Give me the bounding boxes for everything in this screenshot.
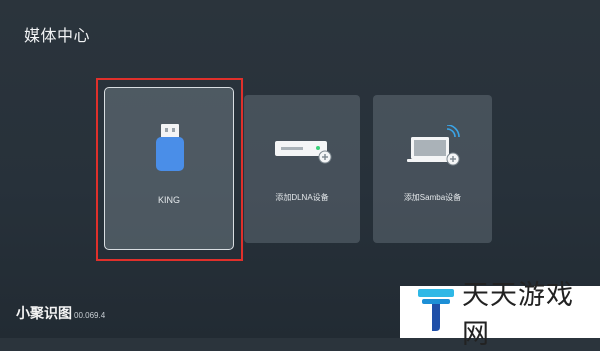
page-title: 媒体中心	[24, 28, 91, 45]
watermark-banner: 天天游戏网	[400, 280, 600, 350]
add-dlna-device-tile[interactable]: 添加DLNA设备	[244, 95, 360, 243]
footer-brand-text: 小聚识图	[16, 305, 72, 321]
dlna-device-add-icon	[275, 137, 333, 170]
samba-laptop-add-icon	[407, 124, 463, 174]
add-samba-device-tile[interactable]: 添加Samba设备	[373, 95, 492, 243]
device-label-samba: 添加Samba设备	[403, 193, 462, 202]
device-label-dlna: 添加DLNA设备	[275, 193, 329, 202]
footer-overlay: 小聚识图 00.069.4	[16, 303, 105, 323]
device-label-king: KING	[157, 195, 180, 205]
device-tile-king[interactable]: KING	[104, 87, 234, 250]
version-text: 00.069.4	[74, 311, 106, 320]
usb-drive-icon	[153, 124, 187, 177]
watermark-text: 天天游戏网	[462, 280, 574, 350]
t-logo-icon	[418, 288, 454, 336]
